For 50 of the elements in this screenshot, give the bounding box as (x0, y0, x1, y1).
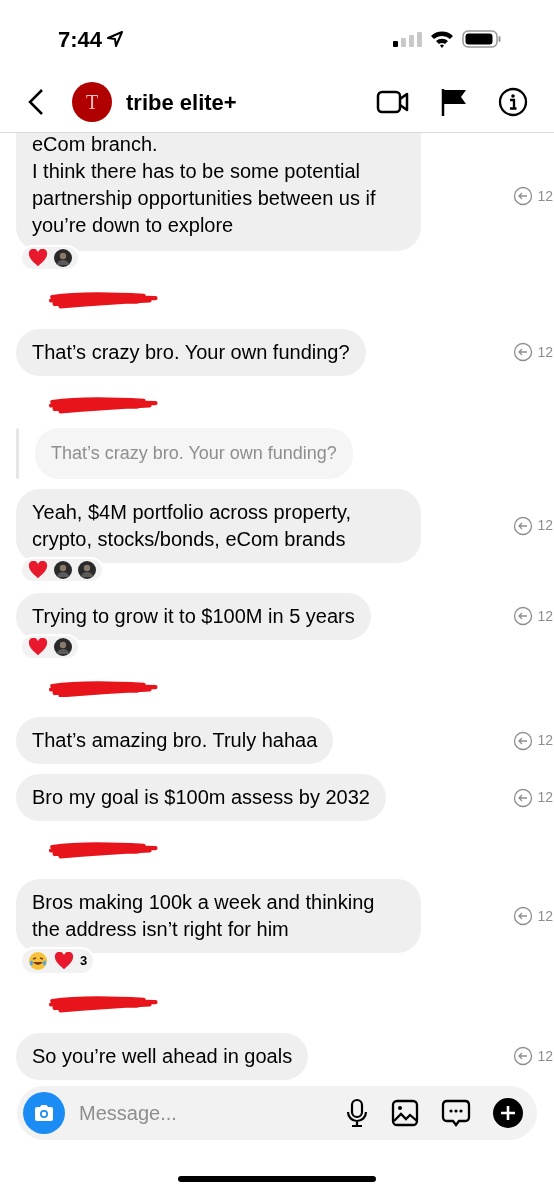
video-call-icon[interactable] (376, 88, 410, 116)
message-bubble: Bros making 100k a week and thinking the address isn’t right for him (16, 879, 421, 954)
back-icon[interactable] (26, 88, 46, 116)
chat-bubble-icon[interactable] (441, 1098, 471, 1128)
battery-icon (462, 29, 502, 49)
message-time: 12 (537, 906, 554, 926)
replied-message[interactable]: That’s crazy bro. Your own funding? (35, 427, 353, 479)
laughing-emoji-icon (28, 951, 48, 972)
gallery-icon[interactable] (391, 1099, 419, 1127)
info-icon[interactable] (498, 87, 528, 117)
reaction-pill[interactable] (20, 633, 80, 660)
plus-icon[interactable] (493, 1098, 523, 1128)
message-time: 12 (537, 731, 554, 751)
message-time: 12 (537, 788, 554, 808)
chat-title[interactable]: tribe elite+ (126, 85, 237, 119)
message-bubble: That’s crazy bro. Your own funding? (16, 328, 366, 376)
message-bubble: So you’re well ahead in goals (16, 1033, 309, 1080)
message-bubble: Trying to grow it to $100M in 5 years (16, 592, 371, 640)
message-placeholder: Message... (79, 1101, 177, 1126)
heart-icon (54, 952, 74, 971)
message-time: 12 (537, 342, 554, 362)
message-bubble: That’s amazing bro. Truly hahaa (16, 717, 334, 765)
avatar-icon (78, 560, 96, 579)
message-time: 12 (537, 516, 554, 536)
camera-icon (33, 1103, 55, 1123)
camera-button[interactable] (23, 1092, 65, 1134)
message-time: 12 (537, 1047, 554, 1066)
message-time: 12 (537, 606, 554, 626)
heart-icon (28, 560, 48, 579)
reaction-pill[interactable]: 3 (20, 947, 96, 976)
message-time: 12 (537, 186, 554, 206)
wifi-icon (430, 30, 454, 48)
message-bubble: Yeah, $4M portfolio across property, crypto, stocks/bonds, eCom brands (16, 488, 421, 563)
message-bubble: eCom branch. I think there has to be some potential partnership opportunities between us if you’re down to explore (16, 133, 421, 251)
message-bubble: Bro my goal is $100m assess by 2032 (16, 774, 386, 822)
avatar-icon (54, 560, 72, 579)
reaction-count: 3 (80, 952, 88, 971)
heart-icon (28, 249, 48, 267)
avatar-icon (54, 249, 72, 267)
group-avatar[interactable]: T (72, 82, 112, 122)
message-input[interactable]: Message... (17, 1086, 537, 1140)
signal-icon (392, 31, 422, 47)
location-arrow-icon (106, 30, 125, 48)
microphone-icon[interactable] (345, 1098, 369, 1128)
reaction-pill[interactable] (20, 556, 104, 583)
flag-icon[interactable] (440, 87, 468, 117)
heart-icon (28, 637, 48, 656)
reaction-pill[interactable] (20, 245, 80, 271)
status-time: 7:44 (58, 25, 103, 54)
avatar-icon (54, 637, 72, 656)
